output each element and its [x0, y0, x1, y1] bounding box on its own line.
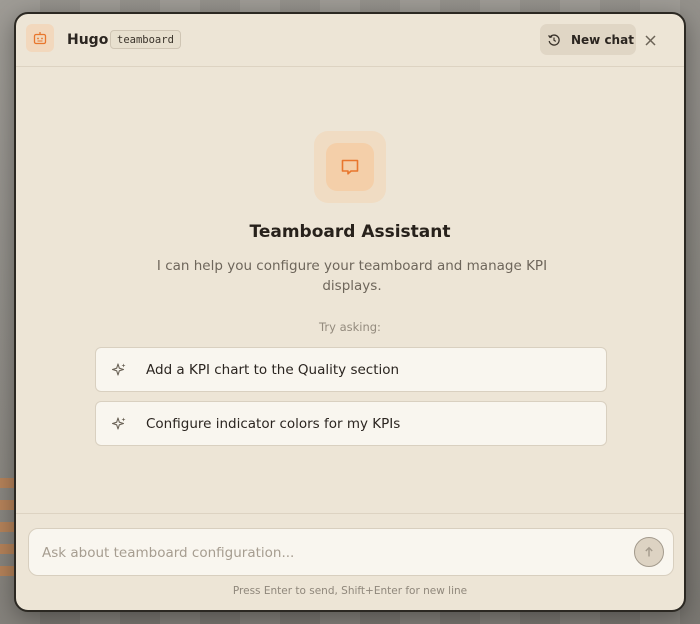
suggestion-button[interactable]: Configure indicator colors for my KPIs: [95, 401, 607, 446]
send-button[interactable]: [634, 537, 664, 567]
robot-icon: [26, 24, 54, 52]
background-decor: [0, 544, 14, 554]
keyboard-hint: Press Enter to send, Shift+Enter for new…: [232, 585, 468, 597]
new-chat-button[interactable]: New chat: [540, 24, 636, 55]
chat-bubble-icon: [341, 159, 359, 175]
dialog-header: Hugo teamboard New chat: [16, 14, 684, 67]
suggestion-button[interactable]: Add a KPI chart to the Quality section: [95, 347, 607, 392]
close-button[interactable]: [642, 32, 658, 48]
close-icon: [644, 34, 656, 46]
message-input-container: [28, 528, 674, 577]
sparkle-icon: [111, 362, 127, 378]
welcome-subtitle: I can help you configure your teamboard …: [156, 258, 548, 294]
suggestion-label: Configure indicator colors for my KPIs: [146, 415, 401, 432]
hero-badge: [314, 131, 386, 203]
suggestion-label: Add a KPI chart to the Quality section: [146, 361, 400, 378]
welcome-heading: Teamboard Assistant: [249, 222, 451, 242]
background-decor: [0, 500, 14, 510]
new-chat-label: New chat: [571, 32, 634, 47]
try-asking-label: Try asking:: [319, 320, 381, 334]
history-icon: [548, 33, 560, 46]
arrow-up-icon: [645, 546, 653, 557]
message-input[interactable]: [40, 529, 614, 577]
sparkle-icon: [111, 416, 127, 432]
background-decor: [0, 566, 14, 576]
assistant-dialog: Hugo teamboard New chat Teamboard Assist…: [14, 12, 686, 612]
background-decor: [0, 478, 14, 488]
background-decor: [0, 522, 14, 532]
assistant-name: Hugo: [67, 32, 109, 48]
composer: Press Enter to send, Shift+Enter for new…: [16, 513, 684, 610]
context-tag: teamboard: [110, 30, 181, 49]
